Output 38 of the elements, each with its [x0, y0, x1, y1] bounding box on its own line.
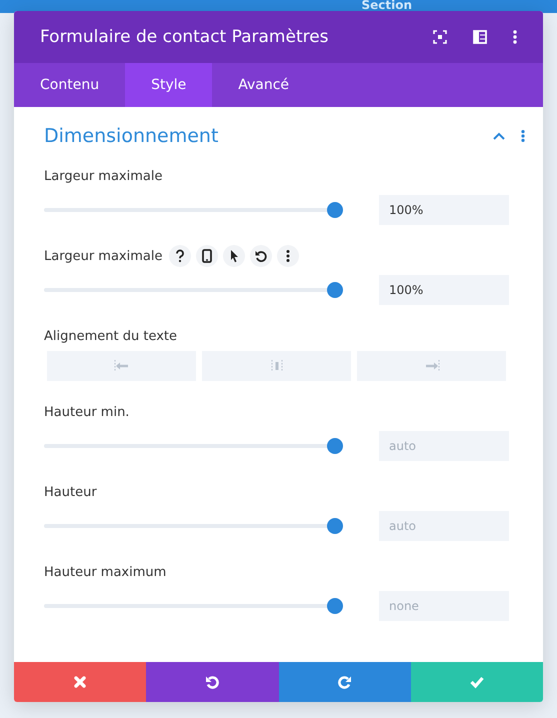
split-view-icon[interactable] [473, 30, 487, 44]
slider-handle[interactable] [327, 282, 343, 298]
more-options-icon[interactable] [513, 30, 517, 44]
slider[interactable] [44, 438, 343, 454]
setting-label: Alignement du texte [44, 328, 178, 344]
modal-title: Formulaire de contact Paramètres [40, 27, 329, 47]
value-field[interactable]: auto [379, 511, 509, 541]
slider[interactable] [44, 282, 343, 298]
slider[interactable] [44, 202, 343, 218]
redo-icon [338, 675, 352, 689]
setting-label: Hauteur [44, 484, 97, 500]
setting-label: Largeur maximale [44, 168, 162, 184]
phone-icon[interactable] [200, 249, 214, 263]
setting-label: Hauteur maximum [44, 564, 166, 580]
tab[interactable]: Style [125, 63, 212, 107]
slider[interactable] [44, 518, 343, 534]
slider[interactable] [44, 598, 343, 614]
section-label: Section [361, 0, 412, 13]
value-field[interactable]: none [379, 591, 509, 621]
slider-handle[interactable] [327, 202, 343, 218]
setting-label: Hauteur min. [44, 404, 130, 420]
fullscreen-icon[interactable] [433, 30, 447, 44]
value-field[interactable]: 100% [379, 275, 509, 305]
align-left-icon [112, 359, 130, 373]
slider-handle[interactable] [327, 598, 343, 614]
undo-icon [205, 675, 220, 689]
value-field[interactable]: 100% [379, 195, 509, 225]
slider-handle[interactable] [327, 438, 343, 454]
chevron-up-icon[interactable] [493, 132, 505, 140]
tab[interactable]: Contenu [14, 63, 126, 107]
close-icon [74, 676, 86, 688]
undo-icon[interactable] [254, 249, 268, 263]
setting-label: Largeur maximale [44, 248, 162, 264]
value-field[interactable]: auto [379, 431, 509, 461]
slider-handle[interactable] [327, 518, 343, 534]
checkmark-icon [470, 675, 484, 689]
tab[interactable]: Avancé [212, 63, 316, 107]
section-title[interactable]: Dimensionnement [44, 125, 493, 147]
